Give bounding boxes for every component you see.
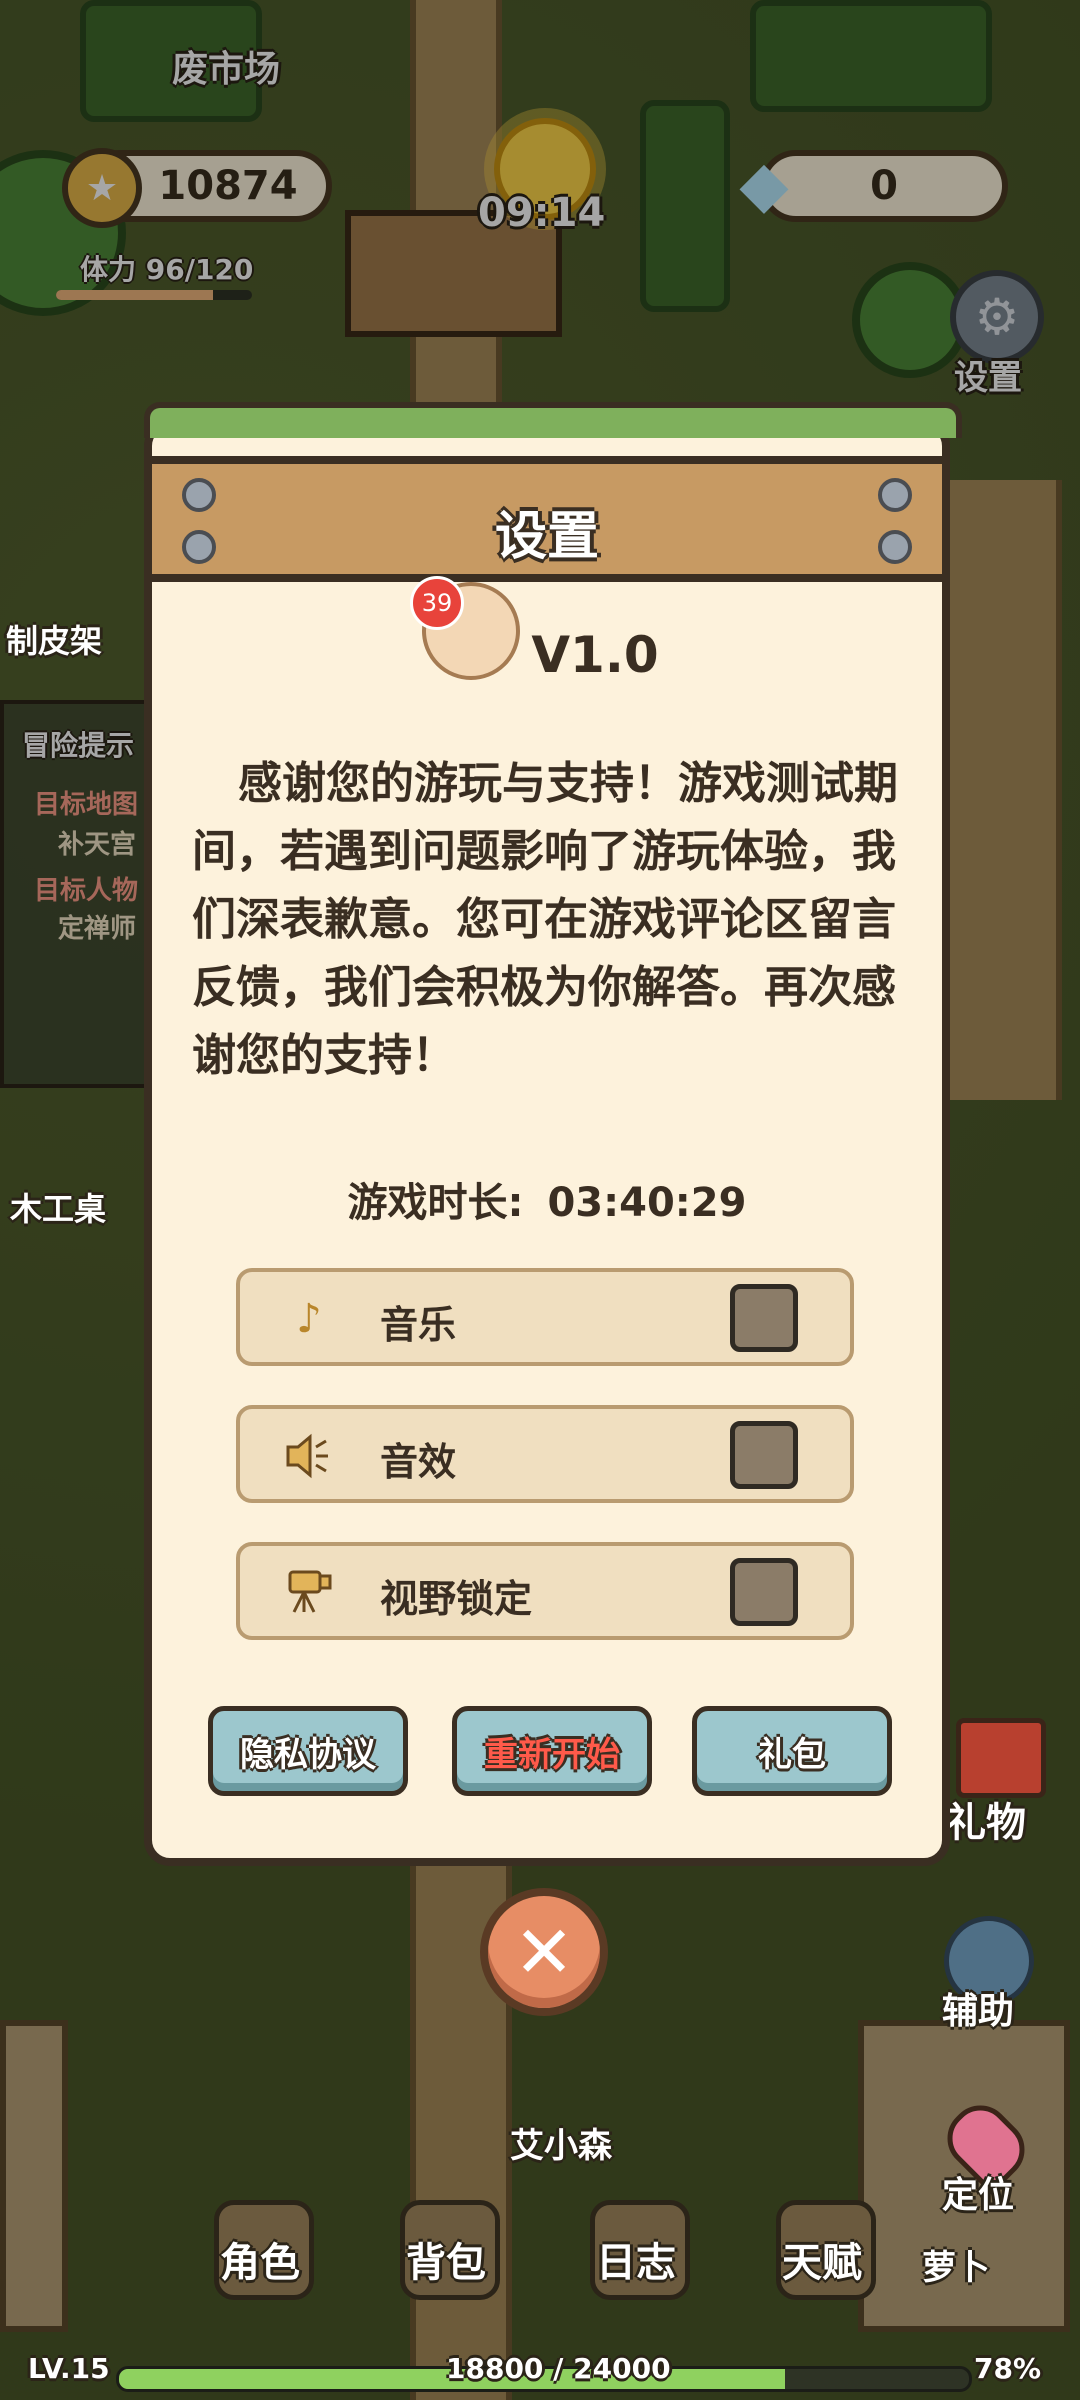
music-label: 音乐	[380, 1303, 457, 1347]
gift-box-icon[interactable]	[956, 1718, 1046, 1798]
speaker-icon	[284, 1431, 334, 1481]
view-lock-label: 视野锁定	[380, 1577, 533, 1621]
playtime-label: 游戏时长:	[347, 1180, 524, 1226]
nav-journal[interactable]: 日志	[576, 2230, 696, 2288]
playtime: 游戏时长: 03:40:29	[152, 1170, 942, 1228]
carrot-label: 萝卜	[922, 2248, 990, 2288]
tannery-label: 制皮架	[6, 622, 103, 660]
gift-pack-button[interactable]: 礼包	[692, 1706, 892, 1796]
view-lock-option-row[interactable]: 视野锁定	[236, 1542, 854, 1640]
version-number: V1.0	[531, 626, 659, 684]
restart-button[interactable]: 重新开始	[452, 1706, 652, 1796]
nav-character[interactable]: 角色	[200, 2230, 320, 2288]
music-note-icon: ♪	[296, 1296, 322, 1342]
thanks-message: 感谢您的游玩与支持！游戏测试期间，若遇到问题影响了游玩体验，我们深表歉意。您可在…	[192, 758, 898, 1081]
sfx-checkbox[interactable]	[730, 1421, 798, 1489]
npc-name: 艾小森	[510, 2126, 612, 2166]
notification-badge: 39	[410, 576, 464, 630]
settings-dialog: 设置 V1.0 感谢您的游玩与支持！游戏测试期间，若遇到问题影响了游玩体验，我们…	[144, 402, 962, 1866]
privacy-button[interactable]: 隐私协议	[208, 1706, 408, 1796]
sfx-option-row[interactable]: 音效	[236, 1405, 854, 1503]
music-checkbox[interactable]	[730, 1284, 798, 1352]
nav-talent[interactable]: 天赋	[762, 2230, 882, 2288]
workbench-label: 木工桌	[10, 1190, 107, 1228]
gift-label[interactable]: 礼物	[946, 1790, 1026, 1848]
sfx-label: 音效	[380, 1440, 457, 1484]
level-label: LV.15	[28, 2352, 110, 2385]
dialog-grass-trim	[144, 402, 962, 438]
locate-label[interactable]: 定位	[942, 2166, 1014, 2218]
xp-percent: 78%	[974, 2352, 1042, 2385]
xp-value: 18800 / 24000	[446, 2352, 671, 2385]
camera-icon	[284, 1568, 334, 1618]
dialog-title: 设置	[494, 507, 599, 567]
playtime-value: 03:40:29	[547, 1180, 747, 1226]
close-button[interactable]: ✕	[480, 1888, 608, 2016]
nav-bag[interactable]: 背包	[386, 2230, 506, 2288]
music-option-row[interactable]: ♪ 音乐	[236, 1268, 854, 1366]
view-lock-checkbox[interactable]	[730, 1558, 798, 1626]
version-label: V1.0	[152, 626, 942, 684]
dialog-header: 设置	[152, 456, 942, 582]
assist-label[interactable]: 辅助	[942, 1982, 1014, 2034]
